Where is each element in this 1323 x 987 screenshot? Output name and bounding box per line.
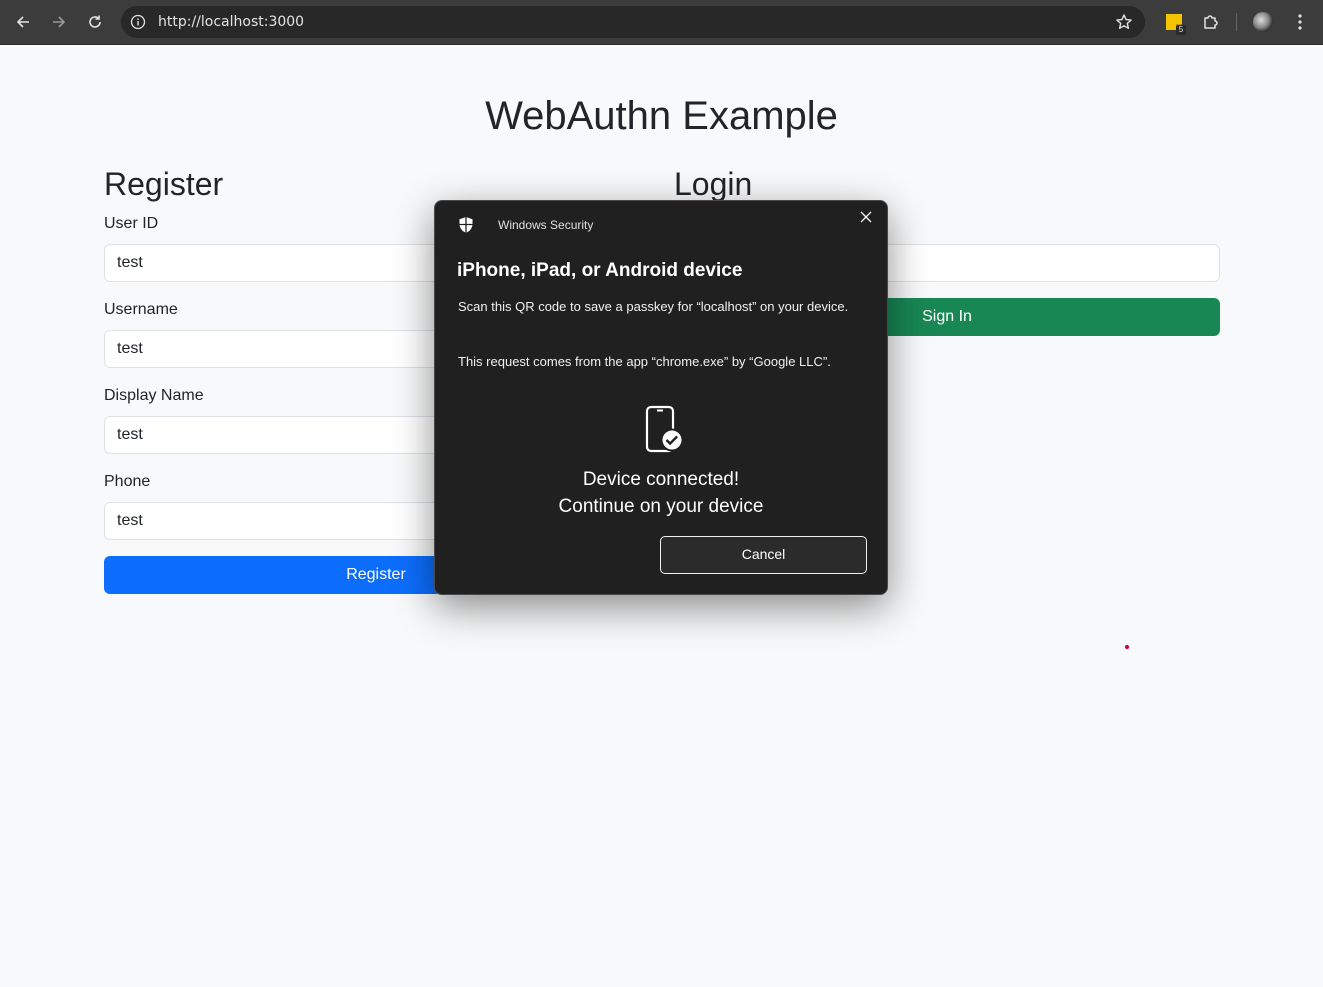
dialog-instruction: Scan this QR code to save a passkey for … [458,299,849,314]
reload-icon[interactable] [83,10,107,34]
display-name-label: Display Name [104,387,204,404]
username-label: Username [104,301,178,318]
back-icon[interactable] [11,10,35,34]
status-line-continue: Continue on your device [558,496,764,517]
page-title: WebAuthn Example [485,94,838,138]
shield-icon [459,217,473,233]
menu-kebab-icon[interactable] [1292,12,1308,32]
extension-badge: 5 [1176,25,1186,35]
phone-check-icon [645,405,684,453]
register-heading: Register [104,166,224,202]
windows-security-dialog: Windows Security iPhone, iPad, or Androi… [434,200,888,595]
cancel-button[interactable]: Cancel [660,536,867,574]
toolbar-divider [1236,13,1237,31]
login-heading: Login [674,166,753,202]
close-icon[interactable] [859,210,873,224]
extensions-puzzle-icon[interactable] [1201,12,1221,32]
status-line-connected: Device connected! [582,469,740,490]
user-id-label: User ID [104,215,159,232]
forward-icon[interactable] [47,10,71,34]
dialog-window-title: Windows Security [498,218,594,232]
site-info-icon[interactable] [130,14,146,30]
cursor-dot [1125,645,1129,649]
address-bar[interactable]: http://localhost:3000 [121,6,1145,38]
bookmark-star-icon[interactable] [1115,13,1133,31]
dialog-request-source: This request comes from the app “chrome.… [458,354,831,369]
url-text[interactable]: http://localhost:3000 [158,14,304,30]
profile-avatar[interactable] [1253,12,1273,32]
browser-toolbar: http://localhost:3000 5 [0,0,1323,45]
dialog-heading: iPhone, iPad, or Android device [457,260,743,281]
phone-label: Phone [104,473,151,490]
